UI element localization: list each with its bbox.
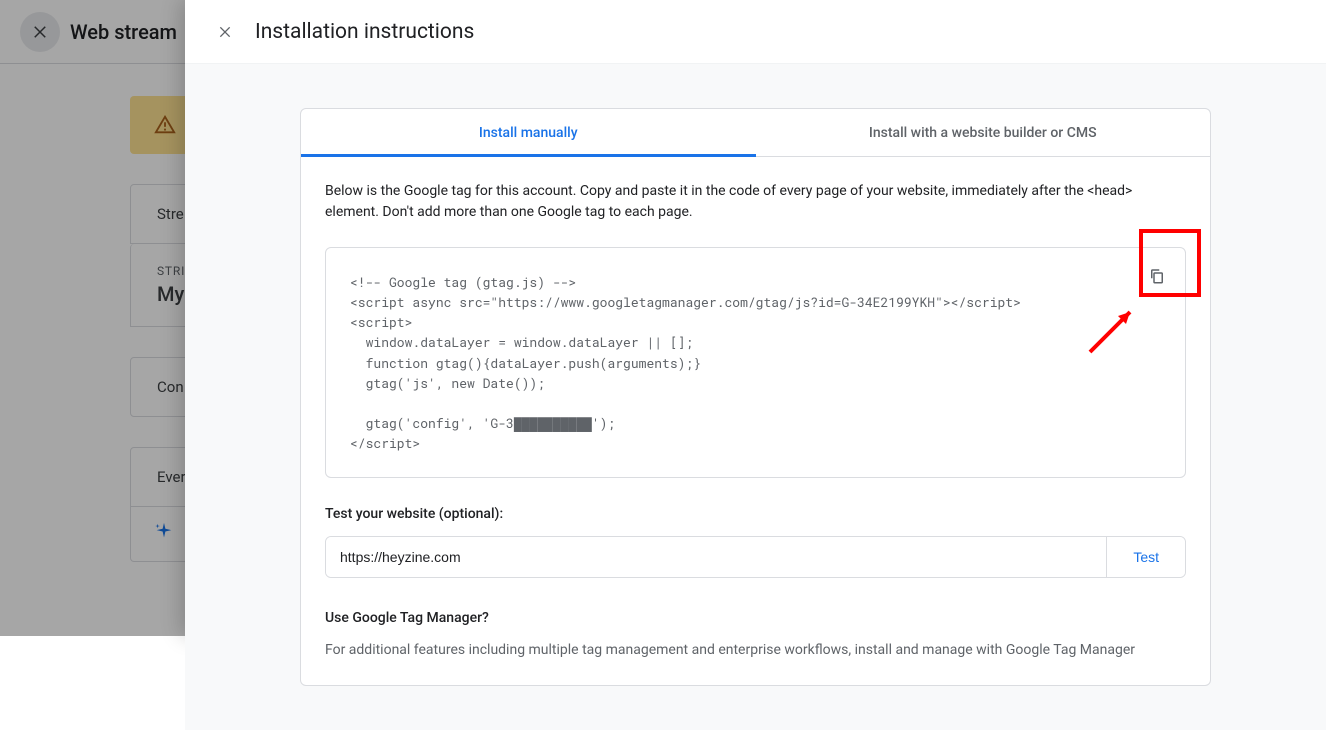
instructions-card: Install manually Install with a website … [300, 108, 1211, 686]
gtm-heading: Use Google Tag Manager? [325, 610, 1186, 626]
test-row: Test [325, 536, 1186, 578]
code-snippet: <!-- Google tag (gtag.js) --> <script as… [325, 247, 1186, 478]
test-url-input[interactable] [326, 537, 1106, 577]
modal-title: Installation instructions [255, 20, 474, 44]
test-button[interactable]: Test [1106, 537, 1185, 577]
installation-modal: Installation instructions Install manual… [185, 0, 1326, 636]
tab-install-manually[interactable]: Install manually [301, 109, 756, 156]
test-label: Test your website (optional): [325, 506, 1186, 522]
copy-button[interactable] [1139, 258, 1175, 294]
modal-header: Installation instructions [185, 0, 1326, 64]
gtm-text: For additional features including multip… [325, 640, 1186, 661]
copy-icon [1148, 267, 1166, 285]
tab-install-cms[interactable]: Install with a website builder or CMS [756, 109, 1211, 156]
close-button[interactable] [209, 16, 241, 48]
close-icon [217, 24, 233, 40]
code-text: <!-- Google tag (gtag.js) --> <script as… [350, 273, 1021, 452]
tabs: Install manually Install with a website … [301, 109, 1210, 157]
description-text: Below is the Google tag for this account… [325, 181, 1186, 223]
